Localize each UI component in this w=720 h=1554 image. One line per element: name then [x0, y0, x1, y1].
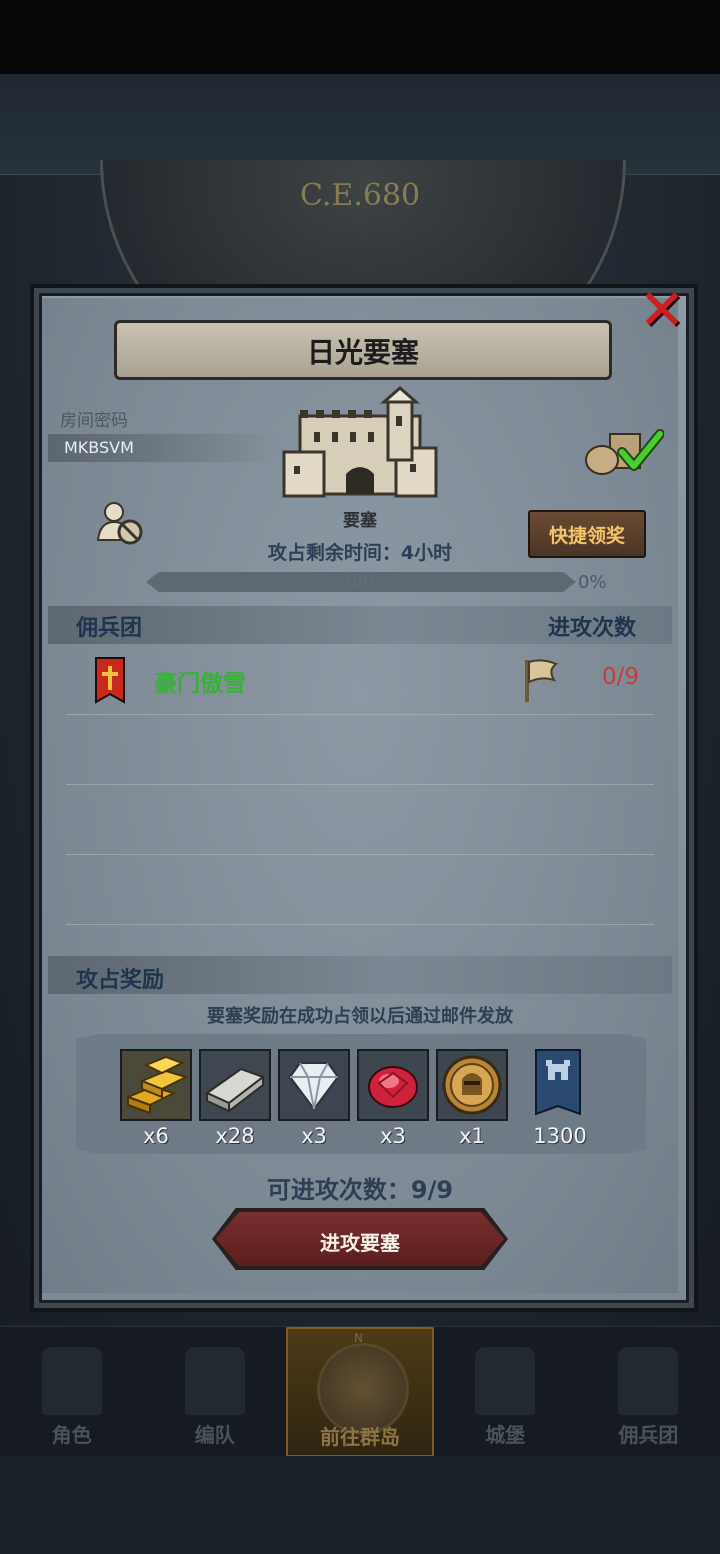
nav-item-castle[interactable]: 城堡 — [434, 1327, 577, 1457]
quick-claim-button[interactable]: 快捷领奖 — [528, 510, 646, 558]
nav-item-formation[interactable]: 编队 — [143, 1327, 286, 1457]
reward-qty: x1 — [459, 1124, 485, 1148]
leave-guild-icon[interactable] — [96, 500, 144, 546]
guild-name: 豪门傲雪 — [154, 671, 246, 697]
guild-points-value: 1300 — [533, 1124, 587, 1148]
title-banner: 日光要塞 — [114, 320, 612, 380]
rewards-header-label: 攻占奖励 — [76, 968, 165, 993]
reward-ruby[interactable] — [357, 1049, 429, 1121]
castle-icon — [475, 1347, 536, 1415]
reward-qty: x3 — [380, 1124, 406, 1148]
knight-icon — [41, 1347, 102, 1415]
bottom-strip — [0, 1456, 720, 1554]
row-divider — [66, 854, 654, 855]
dialog-title: 日光要塞 — [306, 336, 419, 369]
nav-item-islands[interactable]: N 前往群岛 — [286, 1327, 434, 1457]
reward-qty: x28 — [215, 1124, 255, 1148]
ship-icon — [618, 1347, 679, 1415]
status-bar — [0, 0, 720, 74]
fortress-icon — [282, 386, 438, 498]
guild-points-icon[interactable] — [534, 1048, 582, 1120]
nav-label: 城堡 — [485, 1423, 526, 1447]
close-button[interactable]: ✕ — [638, 278, 686, 343]
era-label: C.E.680 — [300, 178, 421, 213]
capture-progress-text: 0/0 — [345, 572, 375, 593]
nav-item-mercenary[interactable]: 佣兵团 — [577, 1327, 720, 1457]
claimed-rewards-icon[interactable] — [584, 426, 664, 478]
row-divider — [66, 714, 654, 715]
knight-medal-icon — [442, 1055, 502, 1115]
room-code-value[interactable]: MKBSVM — [64, 438, 134, 457]
reward-qty: x6 — [143, 1124, 169, 1148]
nav-label: 编队 — [194, 1423, 235, 1447]
reward-silver-ingot[interactable] — [199, 1049, 271, 1121]
guild-banner-icon — [95, 657, 125, 704]
attack-count-header-label: 进攻次数 — [548, 616, 637, 641]
row-divider — [66, 784, 654, 785]
mercenary-header-label: 佣兵团 — [76, 616, 143, 641]
nav-label: 角色 — [51, 1423, 92, 1447]
guild-attack-count: 0/9 — [602, 664, 640, 690]
ruby-icon — [368, 1066, 418, 1108]
reward-diamond[interactable] — [278, 1049, 350, 1121]
quick-claim-label: 快捷领奖 — [548, 525, 625, 547]
capture-progress-percent: 0% — [578, 572, 607, 593]
diamond-icon — [288, 1062, 340, 1111]
rewards-note: 要塞奖励在成功占领以后通过邮件发放 — [207, 1006, 513, 1027]
attack-fortress-button[interactable]: 进攻要塞 — [216, 1212, 504, 1266]
attack-fortress-label: 进攻要塞 — [320, 1231, 400, 1255]
remaining-attacks: 可进攻次数：9/9 — [266, 1176, 454, 1204]
bottom-nav: 角色 编队 N 前往群岛 城堡 佣兵团 — [0, 1326, 720, 1457]
nav-label: 前往群岛 — [320, 1425, 400, 1449]
close-icon: ✕ — [638, 278, 686, 343]
reward-knight-medal[interactable] — [436, 1049, 508, 1121]
nav-label: 佣兵团 — [618, 1423, 679, 1447]
helmet-icon — [184, 1347, 245, 1415]
gold-bars-icon — [125, 1055, 189, 1115]
capture-time-remaining: 攻占剩余时间：4小时 — [267, 542, 453, 564]
reward-gold-bars[interactable] — [120, 1049, 192, 1121]
silver-ingot-icon — [204, 1067, 266, 1114]
reward-qty: x3 — [301, 1124, 327, 1148]
room-code-label: 房间密码 — [60, 411, 128, 431]
nav-item-character[interactable]: 角色 — [0, 1327, 143, 1457]
fortress-type-label: 要塞 — [343, 511, 377, 531]
row-divider — [66, 924, 654, 925]
flag-icon — [525, 659, 558, 702]
